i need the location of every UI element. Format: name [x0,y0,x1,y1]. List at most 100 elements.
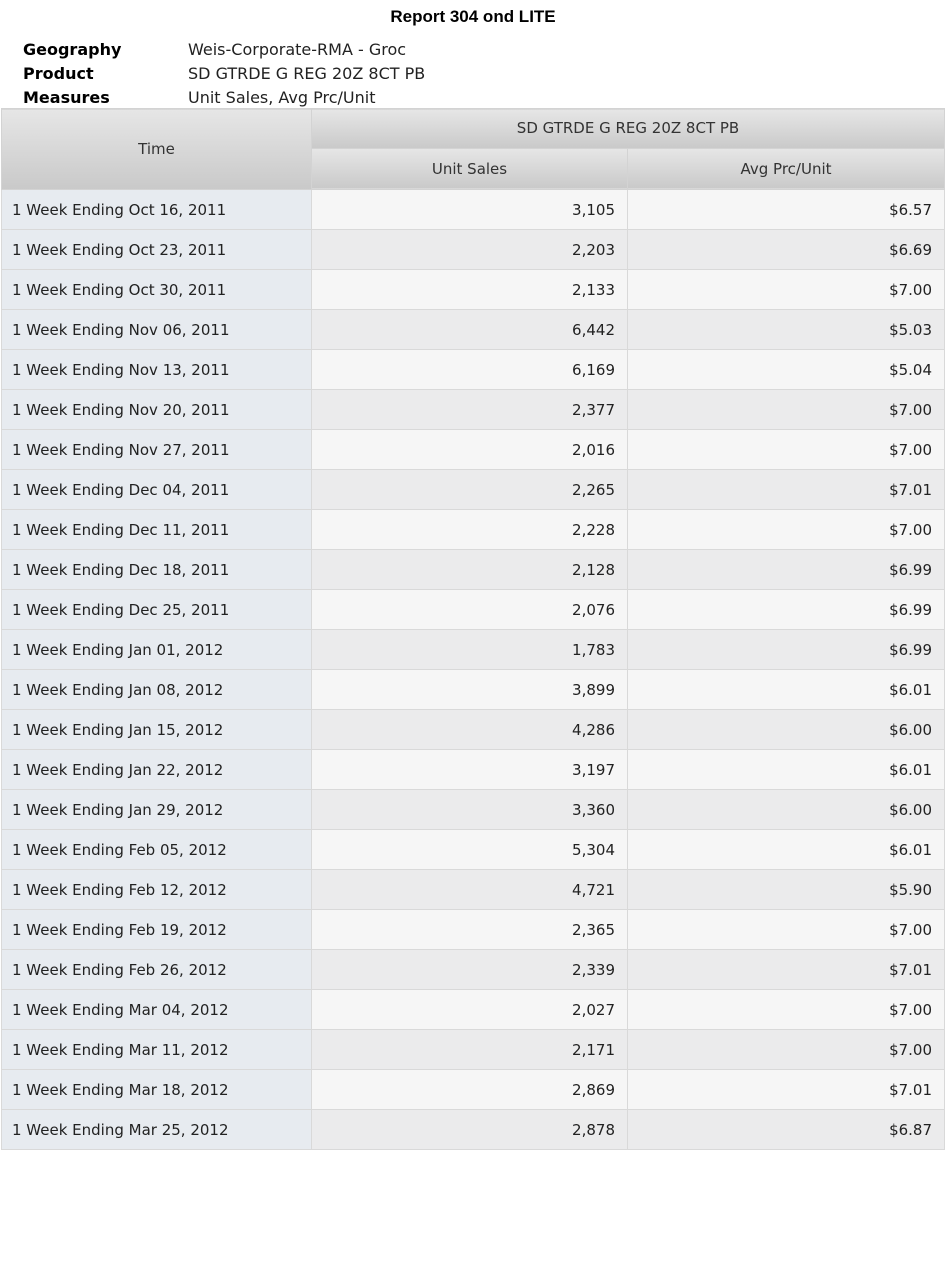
avg-price-cell: $7.00 [626,429,946,470]
time-period-cell: 1 Week Ending Jan 29, 2012 [1,789,312,830]
table-row: 1 Week Ending Oct 23, 2011 2,203 $6.69 [1,229,946,270]
avg-price-cell: $6.99 [626,629,946,670]
unit-sales-cell: 2,027 [311,989,628,1030]
time-period-cell: 1 Week Ending Nov 20, 2011 [1,389,312,430]
time-period-cell: 1 Week Ending Feb 19, 2012 [1,909,312,950]
time-period-cell: 1 Week Ending Feb 12, 2012 [1,869,312,910]
unit-sales-cell: 6,442 [311,309,628,350]
table-row: 1 Week Ending Dec 11, 2011 2,228 $7.00 [1,509,946,550]
report-metadata: Geography Weis-Corporate-RMA - Groc Prod… [23,37,425,109]
time-period-cell: 1 Week Ending Dec 18, 2011 [1,549,312,590]
unit-sales-cell: 3,899 [311,669,628,710]
unit-sales-cell: 2,171 [311,1029,628,1070]
table-row: 1 Week Ending Mar 18, 2012 2,869 $7.01 [1,1069,946,1110]
avg-price-cell: $6.00 [626,789,946,830]
table-row: 1 Week Ending Nov 13, 2011 6,169 $5.04 [1,349,946,390]
table-row: 1 Week Ending Mar 11, 2012 2,171 $7.00 [1,1029,946,1070]
column-header-product: SD GTRDE G REG 20Z 8CT PB [310,108,946,149]
table-row: 1 Week Ending Feb 26, 2012 2,339 $7.01 [1,949,946,990]
time-period-cell: 1 Week Ending Dec 25, 2011 [1,589,312,630]
time-period-cell: 1 Week Ending Jan 22, 2012 [1,749,312,790]
table-row: 1 Week Ending Mar 25, 2012 2,878 $6.87 [1,1109,946,1150]
unit-sales-cell: 2,076 [311,589,628,630]
unit-sales-cell: 2,377 [311,389,628,430]
avg-price-cell: $5.04 [626,349,946,390]
avg-price-cell: $7.00 [626,509,946,550]
avg-price-cell: $6.57 [626,189,946,230]
table-row: 1 Week Ending Nov 20, 2011 2,377 $7.00 [1,389,946,430]
table-row: 1 Week Ending Feb 12, 2012 4,721 $5.90 [1,869,946,910]
avg-price-cell: $6.01 [626,749,946,790]
column-header-avg-price: Avg Prc/Unit [626,147,946,191]
unit-sales-cell: 3,197 [311,749,628,790]
table-row: 1 Week Ending Feb 05, 2012 5,304 $6.01 [1,829,946,870]
column-header-time: Time [1,108,312,190]
unit-sales-cell: 2,265 [311,469,628,510]
meta-row-product: Product SD GTRDE G REG 20Z 8CT PB [23,61,425,85]
avg-price-cell: $6.00 [626,709,946,750]
report-title: Report 304 ond LITE [390,7,556,26]
meta-row-measures: Measures Unit Sales, Avg Prc/Unit [23,85,425,109]
unit-sales-cell: 3,105 [311,189,628,230]
unit-sales-cell: 2,869 [311,1069,628,1110]
time-period-cell: 1 Week Ending Feb 05, 2012 [1,829,312,870]
unit-sales-cell: 2,016 [311,429,628,470]
unit-sales-cell: 5,304 [311,829,628,870]
table-row: 1 Week Ending Nov 06, 2011 6,442 $5.03 [1,309,946,350]
avg-price-cell: $7.01 [626,469,946,510]
table-row: 1 Week Ending Jan 15, 2012 4,286 $6.00 [1,709,946,750]
unit-sales-cell: 2,365 [311,909,628,950]
time-period-cell: 1 Week Ending Nov 27, 2011 [1,429,312,470]
table-row: 1 Week Ending Oct 30, 2011 2,133 $7.00 [1,269,946,310]
table-header: Time SD GTRDE G REG 20Z 8CT PB Unit Sale… [1,108,946,191]
table-row: 1 Week Ending Jan 29, 2012 3,360 $6.00 [1,789,946,830]
time-period-cell: 1 Week Ending Mar 11, 2012 [1,1029,312,1070]
table-row: 1 Week Ending Jan 01, 2012 1,783 $6.99 [1,629,946,670]
table-row: 1 Week Ending Dec 04, 2011 2,265 $7.01 [1,469,946,510]
avg-price-cell: $7.01 [626,949,946,990]
avg-price-cell: $6.99 [626,589,946,630]
meta-label: Measures [23,87,110,107]
meta-value: Unit Sales, Avg Prc/Unit [188,87,376,107]
time-period-cell: 1 Week Ending Jan 01, 2012 [1,629,312,670]
time-period-cell: 1 Week Ending Oct 16, 2011 [1,189,312,230]
table-body: 1 Week Ending Oct 16, 2011 3,105 $6.57 1 We… [1,189,946,1150]
unit-sales-cell: 2,339 [311,949,628,990]
time-period-cell: 1 Week Ending Oct 23, 2011 [1,229,312,270]
time-period-cell: 1 Week Ending Nov 13, 2011 [1,349,312,390]
time-period-cell: 1 Week Ending Oct 30, 2011 [1,269,312,310]
table-row: 1 Week Ending Dec 25, 2011 2,076 $6.99 [1,589,946,630]
time-period-cell: 1 Week Ending Nov 06, 2011 [1,309,312,350]
unit-sales-cell: 4,721 [311,869,628,910]
time-period-cell: 1 Week Ending Mar 04, 2012 [1,989,312,1030]
unit-sales-cell: 1,783 [311,629,628,670]
table-row: 1 Week Ending Nov 27, 2011 2,016 $7.00 [1,429,946,470]
avg-price-cell: $5.03 [626,309,946,350]
unit-sales-cell: 2,203 [311,229,628,270]
table-row: 1 Week Ending Dec 18, 2011 2,128 $6.99 [1,549,946,590]
table-row: 1 Week Ending Feb 19, 2012 2,365 $7.00 [1,909,946,950]
meta-label: Product [23,63,94,83]
table-row: 1 Week Ending Mar 04, 2012 2,027 $7.00 [1,989,946,1030]
time-period-cell: 1 Week Ending Jan 15, 2012 [1,709,312,750]
meta-row-geography: Geography Weis-Corporate-RMA - Groc [23,37,425,61]
unit-sales-cell: 4,286 [311,709,628,750]
meta-value: SD GTRDE G REG 20Z 8CT PB [188,63,426,83]
unit-sales-cell: 2,228 [311,509,628,550]
avg-price-cell: $6.87 [626,1109,946,1150]
avg-price-cell: $5.90 [626,869,946,910]
unit-sales-cell: 2,128 [311,549,628,590]
avg-price-cell: $7.00 [626,989,946,1030]
avg-price-cell: $7.00 [626,909,946,950]
report-table: Time SD GTRDE G REG 20Z 8CT PB Unit Sale… [1,108,946,1150]
avg-price-cell: $6.69 [626,229,946,270]
unit-sales-cell: 2,878 [311,1109,628,1150]
avg-price-cell: $6.01 [626,829,946,870]
unit-sales-cell: 2,133 [311,269,628,310]
table-row: 1 Week Ending Jan 22, 2012 3,197 $6.01 [1,749,946,790]
time-period-cell: 1 Week Ending Mar 25, 2012 [1,1109,312,1150]
meta-label: Geography [23,39,122,59]
time-period-cell: 1 Week Ending Feb 26, 2012 [1,949,312,990]
table-row: 1 Week Ending Oct 16, 2011 3,105 $6.57 [1,189,946,230]
time-period-cell: 1 Week Ending Dec 04, 2011 [1,469,312,510]
